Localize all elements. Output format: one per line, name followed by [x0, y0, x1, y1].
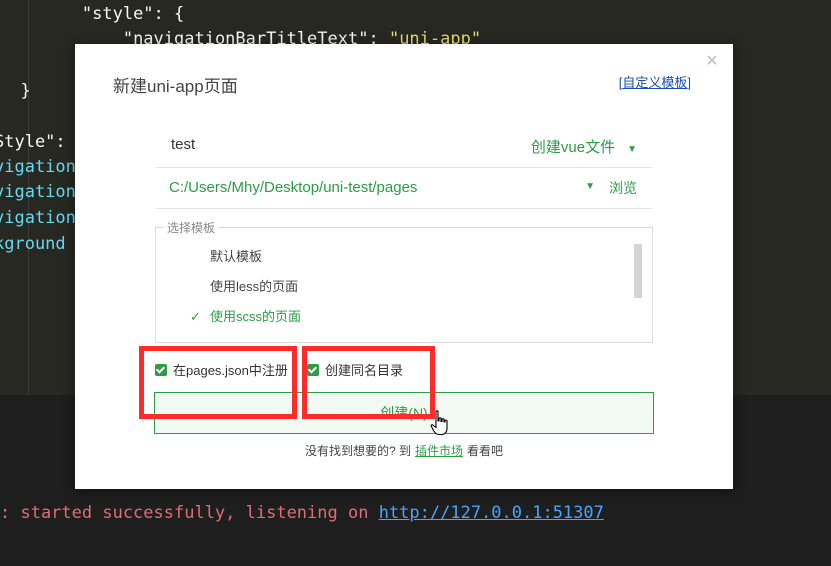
- close-icon[interactable]: ×: [703, 51, 721, 71]
- template-list: 默认模板 使用less的页面 ✓ 使用scss的页面: [156, 242, 652, 332]
- plugin-market-link[interactable]: 插件市场: [415, 444, 463, 458]
- code-line: Style":: [0, 132, 66, 152]
- code-line: vigation: [0, 182, 76, 202]
- code-line: vigation: [0, 208, 76, 228]
- path-row: C:/Users/Mhy/Desktop/uni-test/pages ▼ 浏览: [155, 165, 653, 209]
- template-legend: 选择模板: [164, 219, 219, 236]
- footer-hint: 没有找到想要的? 到插件市场 看看吧: [304, 444, 504, 458]
- page-name-row: 创建vue文件▼: [155, 124, 653, 168]
- file-type-select[interactable]: 创建vue文件 ▼: [531, 136, 637, 157]
- template-scrollbar[interactable]: [634, 244, 642, 298]
- custom-template-link[interactable]: [自定义模板]: [619, 72, 691, 91]
- annotation-box-register: [139, 346, 297, 419]
- dialog-title: 新建uni-app页面: [113, 77, 238, 96]
- code-line: }: [20, 81, 31, 101]
- code-line: "style": {: [81, 4, 185, 24]
- code-line: kground: [0, 234, 66, 254]
- browse-button[interactable]: 浏览: [609, 178, 637, 198]
- caret-down-icon[interactable]: ▼: [585, 181, 595, 192]
- check-icon: ✓: [190, 309, 201, 324]
- page-name-input[interactable]: [171, 136, 471, 153]
- caret-down-icon: ▼: [627, 144, 637, 155]
- annotation-box-same-dir: [302, 346, 435, 419]
- server-url-link[interactable]: http://127.0.0.1:51307: [379, 503, 604, 523]
- template-item-scss[interactable]: ✓ 使用scss的页面: [156, 302, 652, 332]
- code-line: vigation: [0, 157, 76, 177]
- template-item-default[interactable]: 默认模板: [156, 242, 652, 272]
- template-item-less[interactable]: 使用less的页面: [156, 272, 652, 302]
- template-selector: 选择模板 默认模板 使用less的页面 ✓ 使用scss的页面: [155, 219, 653, 343]
- new-page-dialog: 新建uni-app页面 × [自定义模板] 创建vue文件▼ C:/Users/…: [75, 44, 733, 489]
- hand-cursor-icon: [430, 410, 448, 436]
- path-input[interactable]: C:/Users/Mhy/Desktop/uni-test/pages: [169, 179, 589, 196]
- terminal-line: : started successfully, listening on htt…: [0, 503, 604, 523]
